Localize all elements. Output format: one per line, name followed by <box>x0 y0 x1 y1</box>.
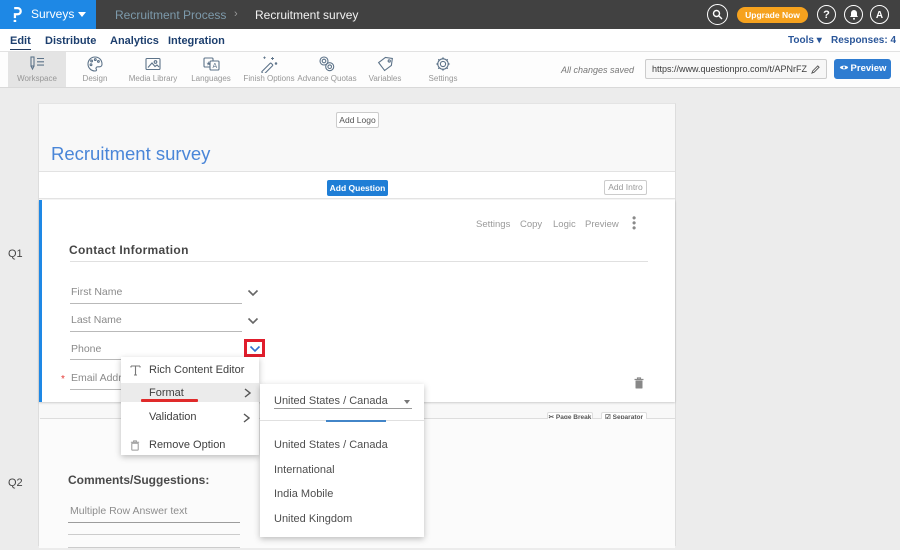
svg-text:★: ★ <box>206 61 211 68</box>
svg-text:A: A <box>213 63 218 70</box>
